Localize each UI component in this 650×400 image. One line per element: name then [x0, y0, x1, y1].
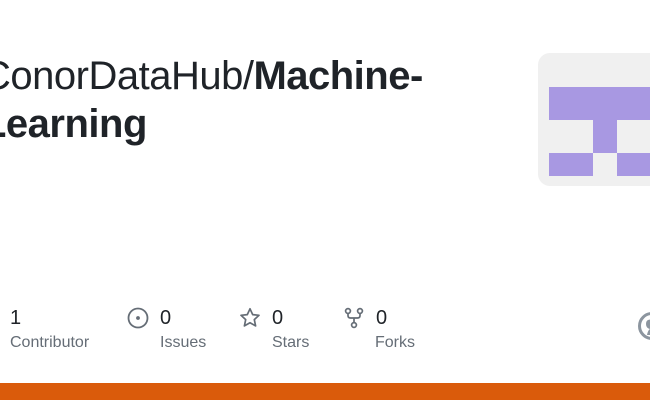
- identicon-graphic: [549, 87, 650, 176]
- stars-count: 0: [272, 306, 284, 329]
- repo-forked-icon: [344, 307, 364, 329]
- owner-avatar[interactable]: [538, 53, 650, 186]
- contributors-label: Contributor: [10, 334, 90, 351]
- issues-label: Issues: [160, 334, 207, 351]
- stars-label: Stars: [272, 334, 310, 351]
- repo-owner[interactable]: ConorDataHub/: [0, 54, 254, 98]
- repo-name-line-1[interactable]: Machine-: [253, 54, 423, 98]
- issues-count: 0: [160, 306, 172, 329]
- repo-stats: 1 Contributor 0 Issues 0 Stars 0 Forks: [0, 302, 650, 362]
- issue-opened-icon: [127, 307, 149, 329]
- star-icon: [240, 307, 260, 327]
- repo-social-card: ConorDataHub/Machine- Learning 1 Contrib…: [0, 0, 650, 400]
- language-bar: [0, 383, 650, 400]
- forks-count: 0: [376, 306, 388, 329]
- repo-title[interactable]: ConorDataHub/Machine- Learning: [0, 52, 502, 148]
- contributors-count: 1: [10, 306, 22, 329]
- forks-label: Forks: [375, 334, 415, 351]
- repo-name-line-2[interactable]: Learning: [0, 102, 147, 146]
- github-logo-icon[interactable]: [638, 312, 650, 340]
